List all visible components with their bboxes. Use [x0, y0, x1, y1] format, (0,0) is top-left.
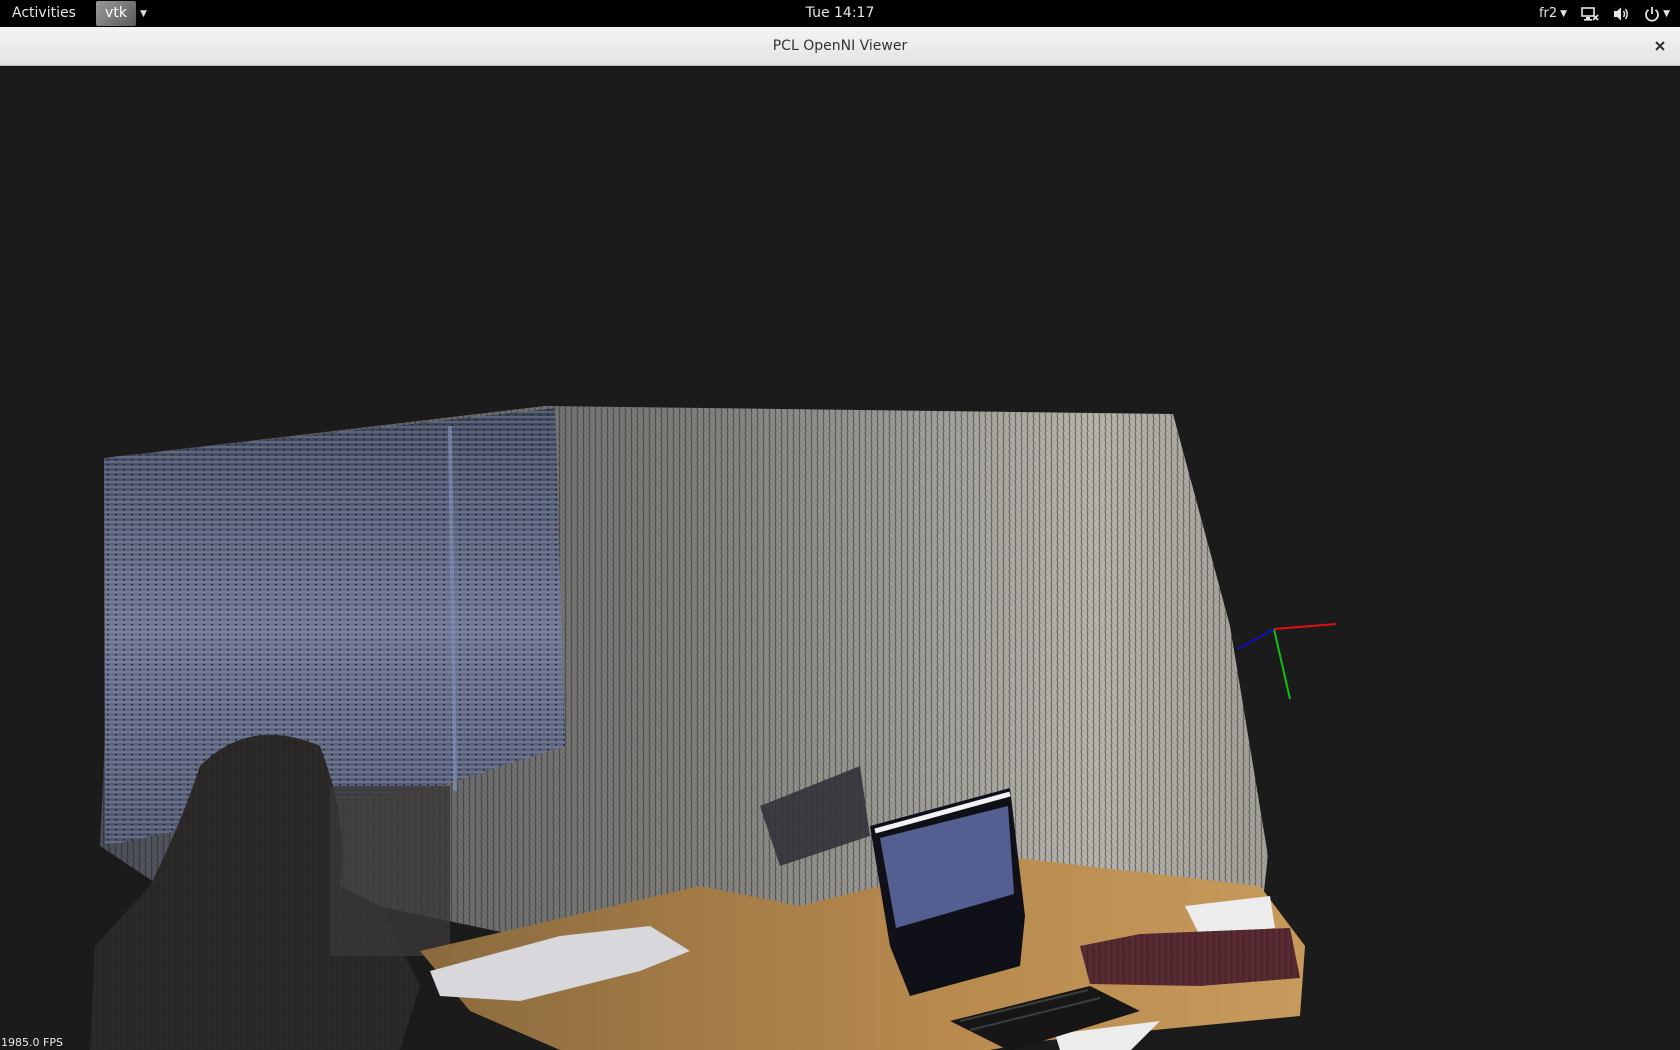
chevron-down-icon: ▼	[1663, 8, 1670, 19]
network-icon[interactable]	[1581, 6, 1599, 22]
app-menu-label: vtk	[105, 5, 127, 21]
volume-icon[interactable]	[1613, 6, 1630, 22]
fps-counter: 1985.0 FPS	[1, 1036, 63, 1049]
keyboard-layout-indicator[interactable]: fr2 ▼	[1539, 6, 1567, 21]
keyboard-layout-label: fr2	[1538, 6, 1558, 21]
clock-area: Tue 14:17	[0, 0, 1680, 27]
activities-button[interactable]: Activities	[0, 0, 88, 27]
point-cloud-render	[90, 406, 1337, 1050]
window-titlebar[interactable]: PCL OpenNI Viewer	[0, 27, 1680, 66]
clock[interactable]: Tue 14:17	[806, 5, 875, 21]
chevron-down-icon: ▼	[140, 8, 147, 19]
close-icon	[1655, 41, 1665, 51]
top-bar: Activities vtk ▼ Tue 14:17 fr2 ▼ ▼	[0, 0, 1680, 27]
z-axis-line	[1237, 628, 1275, 650]
system-tray: fr2 ▼ ▼	[1539, 0, 1670, 27]
x-axis-line	[1273, 623, 1337, 630]
point-cloud-viewport[interactable]: 1985.0 FPS	[0, 66, 1680, 1050]
app-menu-icon: vtk	[96, 1, 136, 26]
power-menu[interactable]: ▼	[1644, 6, 1670, 22]
app-menu[interactable]: vtk ▼	[96, 0, 147, 27]
close-button[interactable]	[1650, 36, 1670, 56]
power-icon	[1644, 6, 1660, 22]
window-title: PCL OpenNI Viewer	[772, 38, 908, 54]
coordinate-axes-widget	[1237, 623, 1337, 700]
chevron-down-icon: ▼	[1560, 8, 1568, 19]
y-axis-line	[1273, 628, 1291, 700]
